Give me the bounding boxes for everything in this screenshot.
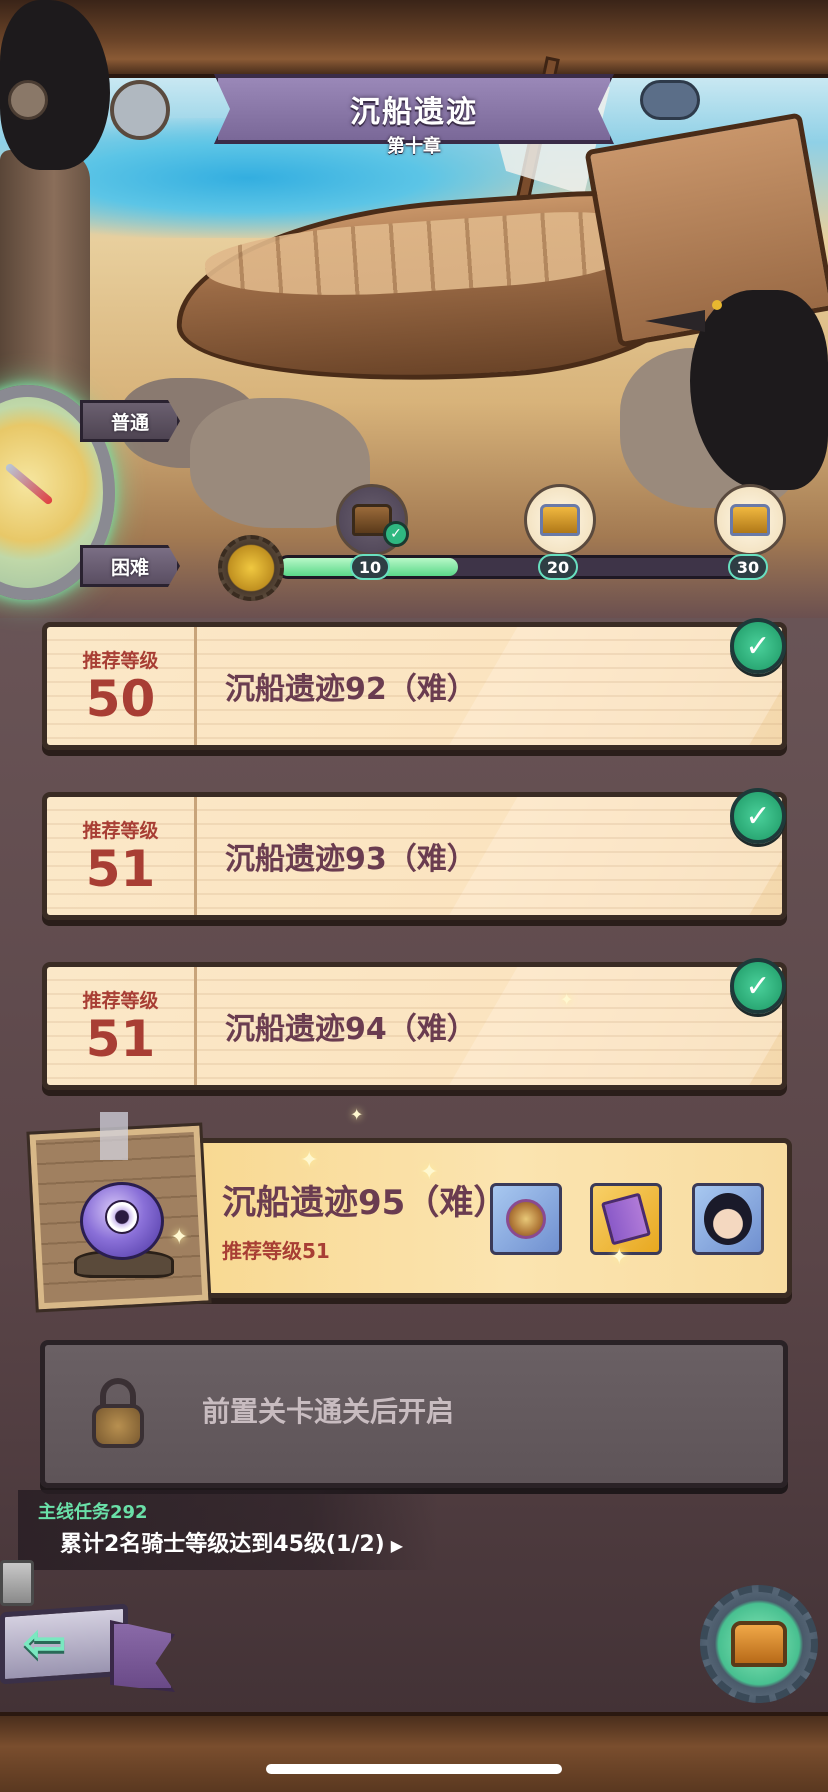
eyeball-pupil (105, 1200, 139, 1234)
milestone-label-20: 20 (538, 554, 578, 580)
reward-medal[interactable] (490, 1183, 562, 1255)
clock-decoration (110, 80, 170, 140)
chapter-title: 沉船遗迹 (350, 95, 478, 130)
book-icon (600, 1192, 652, 1246)
padlock-body (92, 1404, 144, 1448)
crow-eye (712, 300, 722, 310)
recommended-level: 推荐等级 51 (47, 797, 197, 915)
main-quest-description[interactable]: 累计2名骑士等级达到45级(1/2) ▶ (60, 1526, 403, 1558)
recommended-level-value: 51 (85, 1010, 156, 1069)
cleared-check-icon: ✓ (730, 958, 786, 1014)
difficulty-hard-tab[interactable]: 困难 (80, 545, 180, 587)
recommended-level-value: 50 (85, 670, 156, 729)
top-wood-frame (0, 0, 828, 78)
recommended-level: 推荐等级 50 (47, 627, 197, 745)
recommended-level-label: 推荐等级 (82, 650, 159, 673)
stage-card-93[interactable]: 推荐等级 51 沉船遗迹93（难） (42, 792, 787, 920)
sparkle-icon: ✦ (420, 1160, 439, 1185)
recommended-level-label: 推荐等级 (82, 820, 159, 843)
locked-stage-text: 前置关卡通关后开启 (202, 1395, 455, 1428)
milestone-label-30: 30 (728, 554, 768, 580)
bottom-wood-frame (0, 1712, 828, 1792)
gear-icon (218, 535, 284, 601)
home-indicator[interactable] (266, 1764, 562, 1774)
padlock-icon (92, 1378, 144, 1448)
chest-icon (730, 504, 770, 536)
treasure-chest-icon (731, 1621, 787, 1667)
back-arrow-icon: ⇦ (22, 1611, 68, 1674)
medal-icon (506, 1199, 546, 1239)
recommended-level: 推荐等级 51 (47, 967, 197, 1085)
play-arrow-icon: ▶ (390, 1536, 403, 1555)
stage-card-92[interactable]: 推荐等级 50 沉船遗迹92（难） (42, 622, 787, 750)
milestone-reward-10[interactable]: ✓ (336, 484, 409, 556)
chapter-subtitle: 第十章 (387, 136, 441, 157)
cleared-check-icon: ✓ (730, 788, 786, 844)
game-screen: 沉船遗迹 第十章 普通 困难 ✓ 10 20 30 推荐等级 50 沉船遗迹92… (0, 0, 828, 1792)
difficulty-normal-tab[interactable]: 普通 (80, 400, 180, 442)
milestone-reward-20[interactable] (524, 484, 596, 556)
stage-name: 沉船遗迹94（难） (225, 1012, 477, 1047)
current-stage-level: 推荐等级51 (222, 1239, 330, 1263)
check-icon: ✓ (383, 521, 409, 547)
pipe-decoration (640, 80, 700, 120)
stage-name: 沉船遗迹93（难） (225, 842, 477, 877)
main-quest-title: 主线任务292 (38, 1502, 148, 1523)
stage-card-94[interactable]: 推荐等级 51 沉船遗迹94（难） (42, 962, 787, 1090)
tape-decoration (100, 1112, 128, 1160)
sparkle-icon: ✦ (560, 990, 574, 1009)
current-stage-name: 沉船遗迹95（难） (222, 1183, 508, 1223)
cleared-check-icon: ✓ (730, 618, 786, 674)
recommended-level-label: 推荐等级 (82, 990, 159, 1013)
recommended-level-value: 51 (85, 840, 156, 899)
chest-icon (540, 504, 580, 536)
milestone-label-10: 10 (350, 554, 390, 580)
sparkle-icon: ✦ (610, 1245, 629, 1270)
stage-name: 沉船遗迹92（难） (225, 672, 477, 707)
back-button[interactable]: ⇦ (0, 1600, 175, 1696)
back-sign-flag (110, 1620, 175, 1692)
main-quest-text: 累计2名骑士等级达到45级(1/2) (60, 1532, 385, 1557)
hero-portrait-icon (704, 1193, 752, 1245)
milestone-reward-30[interactable] (714, 484, 786, 556)
sparkle-icon: ✦ (170, 1225, 189, 1250)
treasure-chest-button[interactable] (700, 1585, 818, 1703)
reward-hero-portrait[interactable] (692, 1183, 764, 1255)
gear-decoration (8, 80, 48, 120)
sparkle-icon: ✦ (300, 1148, 319, 1173)
sparkle-icon: ✦ (350, 1105, 364, 1124)
